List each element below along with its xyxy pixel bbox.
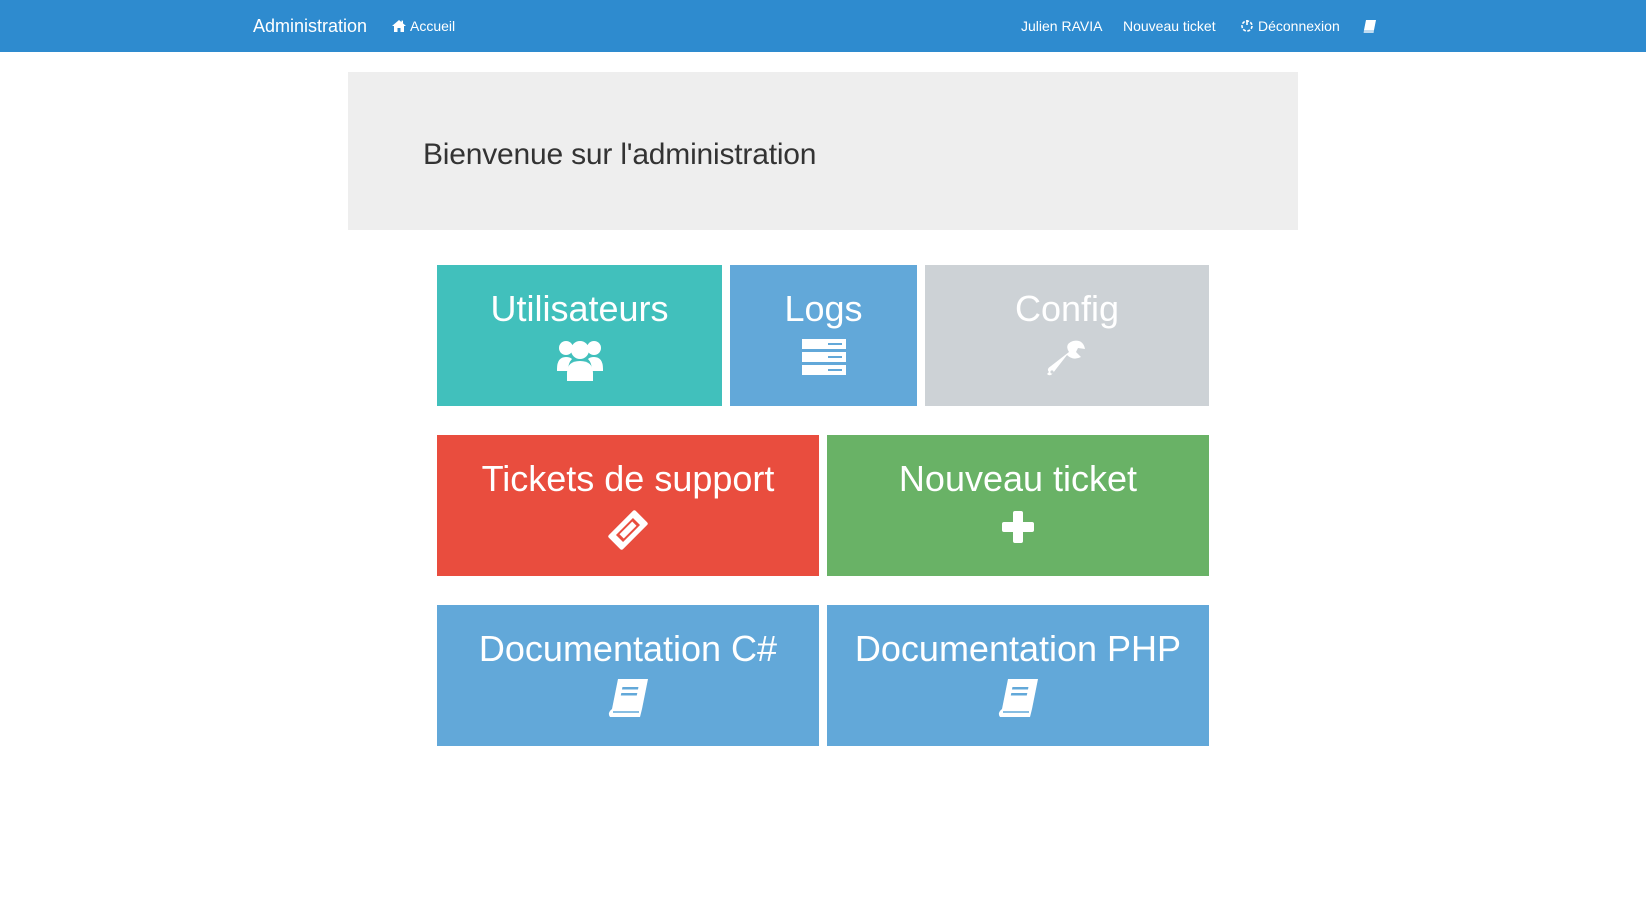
tile-label: Logs	[784, 288, 863, 329]
book-icon	[1363, 19, 1376, 33]
ticket-icon	[437, 509, 819, 551]
tile-label: Documentation PHP	[854, 628, 1182, 669]
tile-documentation-php[interactable]: Documentation PHP	[827, 605, 1209, 746]
wrench-icon	[925, 339, 1209, 379]
tile-label: Config	[1014, 288, 1120, 329]
tile-label: Tickets de support	[481, 458, 775, 499]
tile-documentation-csharp[interactable]: Documentation C#	[437, 605, 819, 746]
tile-label: Utilisateurs	[490, 288, 669, 329]
server-icon	[730, 339, 917, 375]
book-icon	[437, 679, 819, 717]
logout-icon	[1241, 20, 1253, 32]
tile-config[interactable]: Config	[925, 265, 1209, 406]
home-icon	[392, 20, 406, 32]
users-icon	[437, 339, 722, 381]
tile-label: Documentation C#	[478, 628, 778, 669]
welcome-jumbotron: Bienvenue sur l'administration	[348, 72, 1298, 230]
plus-icon	[827, 509, 1209, 545]
tile-label: Nouveau ticket	[898, 458, 1138, 499]
nav-logout-label: Déconnexion	[1258, 18, 1340, 34]
navbar-brand[interactable]: Administration	[253, 0, 367, 52]
page-title: Bienvenue sur l'administration	[423, 138, 817, 171]
nav-home-link[interactable]: Accueil	[392, 0, 455, 52]
tile-support-tickets[interactable]: Tickets de support	[437, 435, 819, 576]
nav-home-label: Accueil	[410, 18, 456, 34]
nav-user-link[interactable]: Julien RAVIA	[1021, 0, 1102, 52]
top-navbar: Administration Accueil Julien RAVIA Nouv…	[0, 0, 1646, 52]
nav-doc-link[interactable]	[1363, 0, 1380, 52]
tile-users[interactable]: Utilisateurs	[437, 265, 722, 406]
tile-logs[interactable]: Logs	[730, 265, 917, 406]
nav-logout-link[interactable]: Déconnexion	[1240, 0, 1340, 52]
nav-new-ticket-link[interactable]: Nouveau ticket	[1123, 0, 1216, 52]
book-icon	[827, 679, 1209, 717]
tile-new-ticket[interactable]: Nouveau ticket	[827, 435, 1209, 576]
